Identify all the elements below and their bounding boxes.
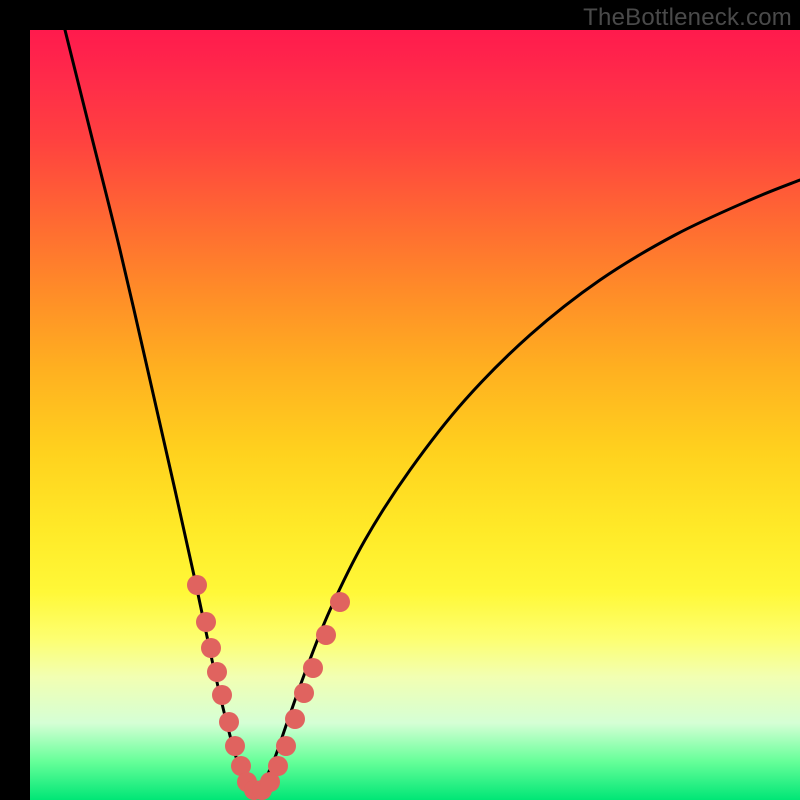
data-marker: [330, 592, 350, 612]
data-marker: [187, 575, 207, 595]
marker-group: [187, 575, 350, 800]
data-marker: [285, 709, 305, 729]
data-marker: [316, 625, 336, 645]
data-marker: [294, 683, 314, 703]
data-marker: [219, 712, 239, 732]
watermark-text: TheBottleneck.com: [583, 4, 792, 32]
data-marker: [225, 736, 245, 756]
data-marker: [207, 662, 227, 682]
data-marker: [268, 756, 288, 776]
plot-area: [30, 30, 800, 800]
outer-frame: TheBottleneck.com: [0, 0, 800, 800]
data-marker: [201, 638, 221, 658]
data-marker: [276, 736, 296, 756]
data-marker: [303, 658, 323, 678]
curve-group: [60, 30, 800, 792]
data-marker: [212, 685, 232, 705]
curve-right-branch: [254, 180, 800, 792]
data-marker: [196, 612, 216, 632]
bottleneck-curve-svg: [30, 30, 800, 800]
